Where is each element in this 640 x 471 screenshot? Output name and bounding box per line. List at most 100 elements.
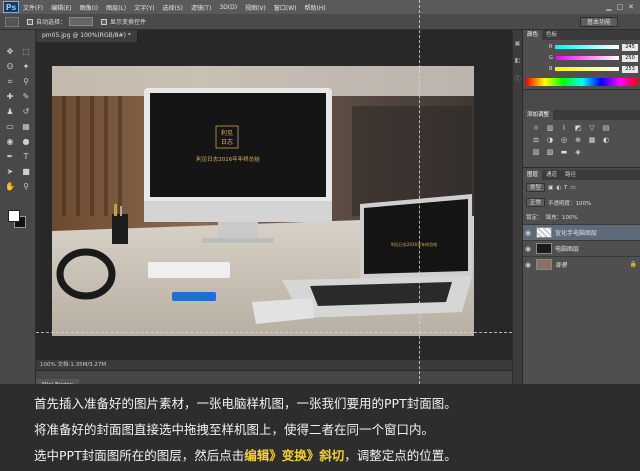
threshold-icon[interactable]: ▨ xyxy=(545,148,555,156)
auto-select-dropdown[interactable] xyxy=(69,17,94,26)
gradient-map-icon[interactable]: ▬ xyxy=(559,148,569,156)
tab-layers[interactable]: 图层 xyxy=(523,170,543,180)
tab-paths[interactable]: 路径 xyxy=(561,170,580,180)
lock-icon: 🔒 xyxy=(629,261,637,268)
tutorial-caption: 首先插入准备好的图片素材，一张电脑样机图，一张我们要用的PPT封面图。 将准备好… xyxy=(0,384,640,471)
invert-icon[interactable]: ◐ xyxy=(601,136,611,144)
filter-pixel-icon[interactable]: ▣ xyxy=(548,185,553,191)
green-slider[interactable] xyxy=(555,56,619,60)
filter-type-icon[interactable]: T xyxy=(564,185,567,191)
menu-filter[interactable]: 滤镜(T) xyxy=(191,3,211,12)
levels-icon[interactable]: ▥ xyxy=(545,124,555,132)
color-spectrum[interactable] xyxy=(526,78,638,86)
photo-filter-icon[interactable]: ◎ xyxy=(559,136,569,144)
marquee-tool-icon[interactable]: ⬚ xyxy=(20,46,32,58)
menu-view[interactable]: 视图(V) xyxy=(245,3,266,12)
brush-tool-icon[interactable]: ✎ xyxy=(20,91,32,103)
show-transform-checkbox[interactable] xyxy=(101,18,108,25)
posterize-icon[interactable]: ▧ xyxy=(531,148,541,156)
layer-thumbnail xyxy=(536,243,552,254)
layer-kind-filter[interactable]: 类型 xyxy=(526,183,546,192)
layer-row[interactable]: ◉ 宣化手电脑图层 xyxy=(523,224,640,240)
caption-line-3-suffix: ，调整定点的位置。 xyxy=(344,448,457,463)
lock-label: 锁定： xyxy=(526,215,543,221)
layer-name[interactable]: 电脑图层 xyxy=(555,244,579,253)
vibrance-icon[interactable]: ▽ xyxy=(587,124,597,132)
dodge-tool-icon[interactable]: ● xyxy=(20,136,32,148)
menu-type[interactable]: 文字(Y) xyxy=(134,3,154,12)
hand-tool-icon[interactable]: ✋ xyxy=(4,181,16,193)
exposure-icon[interactable]: ◩ xyxy=(573,124,583,132)
red-slider-row: R 245 xyxy=(549,43,638,51)
layer-row[interactable]: ◉ 背景 🔒 xyxy=(523,256,640,272)
workspace-switcher[interactable]: 基本功能 xyxy=(579,16,618,27)
green-value[interactable]: 250 xyxy=(622,54,638,62)
menu-layer[interactable]: 图层(L) xyxy=(106,3,126,12)
brightness-icon[interactable]: ☼ xyxy=(531,124,541,132)
healing-tool-icon[interactable]: ✚ xyxy=(4,91,16,103)
blue-value[interactable]: 253 xyxy=(622,65,638,73)
history-brush-icon[interactable]: ↺ xyxy=(20,106,32,118)
menu-window[interactable]: 窗口(W) xyxy=(274,3,297,12)
layer-row[interactable]: ◉ 电脑图层 xyxy=(523,240,640,256)
zoom-tool-icon[interactable]: ⚲ xyxy=(20,181,32,193)
type-tool-icon[interactable]: T xyxy=(20,151,32,163)
shape-tool-icon[interactable]: ■ xyxy=(20,166,32,178)
imac-screen-title: 利见日志2016年年终总结 xyxy=(196,155,260,163)
red-slider[interactable] xyxy=(555,45,619,49)
clone-stamp-icon[interactable]: ♟ xyxy=(4,106,16,118)
filter-shape-icon[interactable]: ▭ xyxy=(570,185,575,191)
menu-help[interactable]: 帮助(H) xyxy=(305,3,326,12)
red-value[interactable]: 245 xyxy=(622,43,638,51)
tab-color[interactable]: 颜色 xyxy=(523,30,543,40)
eraser-tool-icon[interactable]: ▭ xyxy=(4,121,16,133)
crop-tool-icon[interactable]: ⌗ xyxy=(4,76,16,88)
gradient-tool-icon[interactable]: ▦ xyxy=(20,121,32,133)
caption-highlight-menu-path: 编辑》变换》斜切 xyxy=(244,448,345,463)
history-panel-icon[interactable]: ▣ xyxy=(513,40,522,47)
menu-file[interactable]: 文件(F) xyxy=(23,3,43,12)
visibility-eye-icon[interactable]: ◉ xyxy=(523,245,533,253)
blur-tool-icon[interactable]: ◉ xyxy=(4,136,16,148)
blend-mode-select[interactable]: 正常 xyxy=(526,198,546,207)
color-balance-icon[interactable]: ⚖ xyxy=(531,136,541,144)
move-tool-icon[interactable]: ✥ xyxy=(4,46,16,58)
color-lookup-icon[interactable]: ▦ xyxy=(587,136,597,144)
properties-panel-icon[interactable]: ◧ xyxy=(513,57,522,64)
image-canvas[interactable]: 利见 日志 利见日志2016年年终总结 利见日志2016年年终总结 xyxy=(52,66,474,336)
menu-3d[interactable]: 3D(D) xyxy=(219,4,237,11)
foreground-color-swatch[interactable] xyxy=(8,210,20,222)
move-tool-preset-icon[interactable] xyxy=(5,16,19,27)
selective-color-icon[interactable]: ◈ xyxy=(573,148,583,156)
tab-swatches[interactable]: 色板 xyxy=(542,30,561,40)
blue-slider-row: B 253 xyxy=(549,65,638,73)
fill-field[interactable]: 填充：100% xyxy=(546,213,578,221)
opacity-field[interactable]: 不透明度：100% xyxy=(548,199,591,207)
menu-image[interactable]: 图像(I) xyxy=(80,3,98,12)
visibility-eye-icon[interactable]: ◉ xyxy=(523,229,533,237)
lasso-tool-icon[interactable]: ʘ xyxy=(4,61,16,73)
menu-edit[interactable]: 编辑(E) xyxy=(51,3,71,12)
eyedropper-icon[interactable]: ⚲ xyxy=(20,76,32,88)
channel-mixer-icon[interactable]: ⊕ xyxy=(573,136,583,144)
magic-wand-icon[interactable]: ✦ xyxy=(20,61,32,73)
tab-channels[interactable]: 通道 xyxy=(542,170,561,180)
filter-adjust-icon[interactable]: ◐ xyxy=(556,185,561,191)
close-icon[interactable]: ✕ xyxy=(628,3,634,11)
auto-select-checkbox[interactable] xyxy=(27,18,33,25)
visibility-eye-icon[interactable]: ◉ xyxy=(523,261,533,269)
layer-name[interactable]: 宣化手电脑图层 xyxy=(555,228,597,237)
layer-name[interactable]: 背景 xyxy=(555,260,567,269)
info-panel-icon[interactable]: ⓘ xyxy=(513,74,522,83)
document-tab[interactable]: pm05.jpg @ 100%(RGB/8#) * xyxy=(36,30,138,42)
maximize-icon[interactable]: □ xyxy=(617,3,624,11)
pen-tool-icon[interactable]: ✒ xyxy=(4,151,16,163)
black-white-icon[interactable]: ◑ xyxy=(545,136,555,144)
blue-slider[interactable] xyxy=(555,67,619,71)
menu-select[interactable]: 选择(S) xyxy=(162,3,183,12)
minimize-icon[interactable]: ▁ xyxy=(606,3,611,11)
status-bar: 100% 文档:1.35M/3.27M xyxy=(36,360,512,370)
curves-icon[interactable]: ⌇ xyxy=(559,124,569,132)
hue-icon[interactable]: ▤ xyxy=(601,124,611,132)
path-select-icon[interactable]: ➤ xyxy=(4,166,16,178)
